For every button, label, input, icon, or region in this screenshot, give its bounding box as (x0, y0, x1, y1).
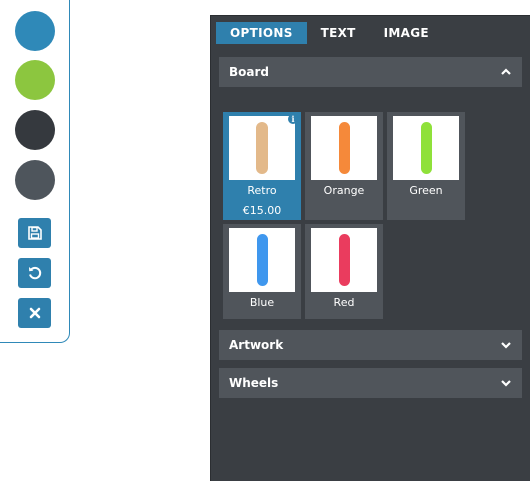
board-label: Red (333, 296, 355, 309)
board-thumbnail (393, 116, 459, 180)
tab-options[interactable]: OPTIONS (216, 22, 307, 44)
options-panel: OPTIONS TEXT IMAGE Board i Retro €15.00 … (210, 15, 530, 481)
board-option-green[interactable]: Green (387, 112, 465, 220)
section-wheels-header[interactable]: Wheels (219, 368, 522, 398)
tab-image[interactable]: IMAGE (370, 22, 443, 44)
board-option-orange[interactable]: Orange (305, 112, 383, 220)
board-thumbnail (229, 228, 295, 292)
section-artwork-title: Artwork (229, 338, 284, 352)
board-label: Blue (249, 296, 275, 309)
close-icon (29, 307, 40, 319)
panel-tabs: OPTIONS TEXT IMAGE (216, 22, 443, 44)
board-label: Green (409, 184, 443, 197)
board-price: €15.00 (242, 204, 282, 217)
chevron-down-icon (501, 342, 511, 349)
section-board-header[interactable]: Board (219, 57, 522, 87)
tab-text[interactable]: TEXT (307, 22, 370, 44)
color-swatch-dark[interactable] (15, 110, 55, 150)
undo-icon (28, 266, 41, 280)
board-label: Retro (247, 184, 277, 197)
color-swatch-blue[interactable] (15, 11, 55, 51)
section-wheels-title: Wheels (229, 376, 279, 390)
section-board-title: Board (229, 65, 269, 79)
board-option-retro[interactable]: i Retro €15.00 (223, 112, 301, 220)
section-artwork-header[interactable]: Artwork (219, 330, 522, 360)
close-button[interactable] (18, 298, 51, 328)
board-thumbnail (229, 116, 295, 180)
color-swatch-grey[interactable] (15, 160, 55, 200)
board-option-blue[interactable]: Blue (223, 224, 301, 319)
chevron-up-icon (501, 68, 511, 75)
info-icon[interactable]: i (288, 114, 298, 124)
board-label: Orange (323, 184, 365, 197)
chevron-down-icon (501, 380, 511, 387)
board-thumbnail (311, 116, 377, 180)
undo-button[interactable] (18, 258, 51, 288)
board-option-red[interactable]: Red (305, 224, 383, 319)
save-button[interactable] (18, 218, 51, 248)
color-swatch-green[interactable] (15, 60, 55, 100)
save-icon (27, 226, 42, 240)
board-thumbnail (311, 228, 377, 292)
left-toolbar (0, 0, 70, 343)
